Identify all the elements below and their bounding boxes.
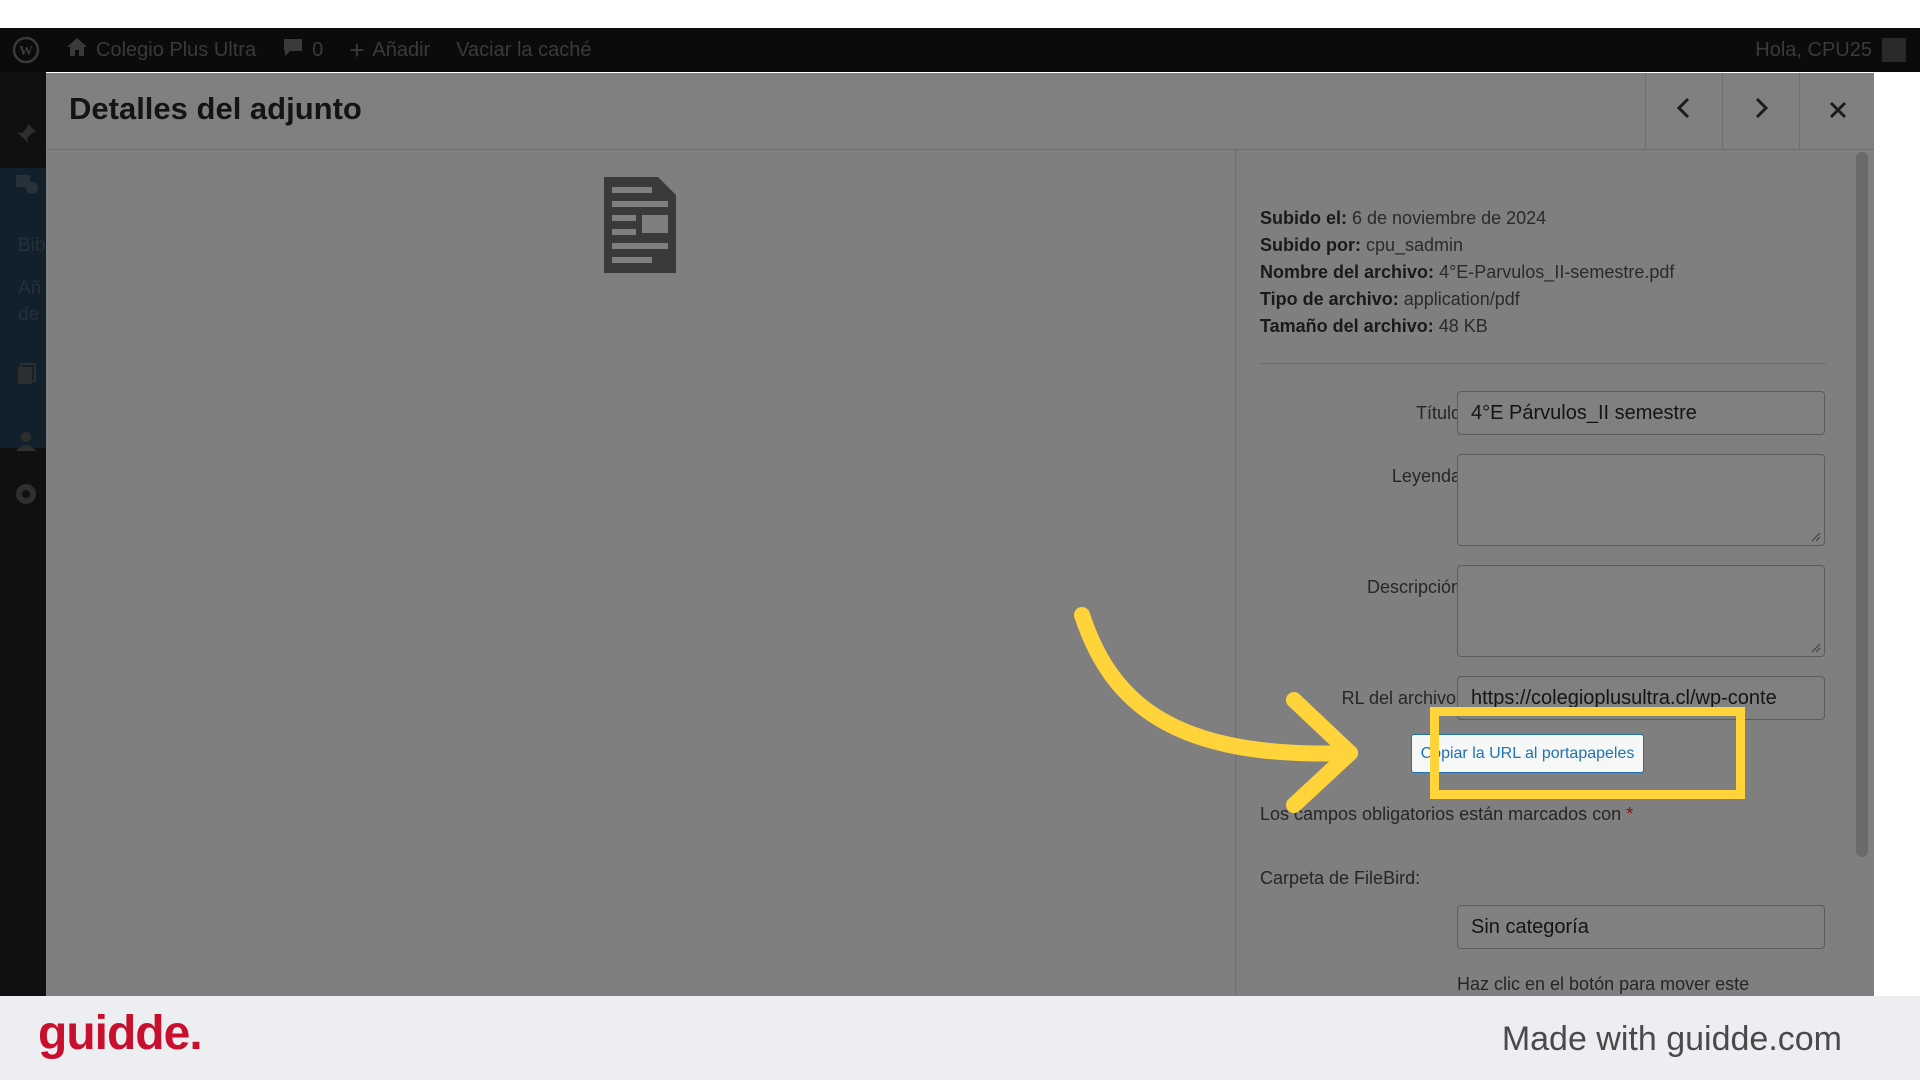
sidebar-add-label-2: de: [18, 304, 40, 325]
file-meta: Subido el: 6 de noviembre de 2024 Subido…: [1260, 205, 1674, 340]
greeting[interactable]: Hola, CPU25: [1755, 39, 1872, 62]
caption-textarea[interactable]: [1457, 454, 1825, 546]
home-icon: [66, 37, 88, 63]
modal-scrollbar[interactable]: [1856, 152, 1868, 857]
site-name: Colegio Plus Ultra: [96, 38, 257, 61]
avatar[interactable]: [1882, 38, 1906, 62]
previous-button[interactable]: [1645, 73, 1721, 149]
description-textarea[interactable]: [1457, 565, 1825, 657]
add-new-label: Añadir: [372, 38, 431, 61]
copy-url-button[interactable]: Copiar la URL al portapapeles: [1411, 734, 1644, 773]
required-note: Los campos obligatorios están marcados c…: [1260, 804, 1633, 825]
svg-text:W: W: [19, 44, 33, 59]
pages-icon[interactable]: [14, 362, 38, 386]
users-icon[interactable]: [14, 429, 38, 453]
wordpress-logo-icon[interactable]: W: [12, 36, 40, 64]
sidebar-library-label[interactable]: Bib: [18, 235, 45, 257]
filebird-label: Carpeta de FileBird:: [1260, 868, 1421, 888]
document-icon: [602, 175, 678, 280]
comments-count: 0: [312, 38, 324, 61]
description-label: Descripción: [1366, 577, 1461, 597]
modal-title: Detalles del adjunto: [69, 91, 362, 126]
clear-cache-link[interactable]: Vaciar la caché: [456, 39, 591, 62]
title-input[interactable]: 4°E Párvulos_II semestre: [1457, 391, 1825, 435]
made-with-text: Made with guidde.com: [1501, 1020, 1842, 1058]
uploaded-by-label: Subido por:: [1260, 235, 1361, 255]
brand-logo: guidde.: [38, 1007, 203, 1060]
divider: [1260, 363, 1826, 364]
title-label: Título: [1415, 403, 1461, 423]
next-button[interactable]: [1722, 73, 1798, 149]
details-pane: Subido el: 6 de noviembre de 2024 Subido…: [1235, 150, 1874, 996]
add-new-link[interactable]: + Añadir: [349, 35, 431, 65]
preview-area: [46, 150, 1234, 996]
file-name: 4°E-Parvulos_II-semestre.pdf: [1439, 262, 1675, 282]
plus-icon: +: [349, 35, 365, 65]
file-type-label: Tipo de archivo:: [1260, 289, 1399, 309]
filebird-hint: Haz clic en el botón para mover este: [1457, 974, 1750, 994]
settings-icon[interactable]: [14, 482, 38, 506]
close-button[interactable]: [1799, 73, 1874, 149]
file-url-input[interactable]: https://colegioplusultra.cl/wp-conte: [1457, 676, 1825, 720]
pin-icon[interactable]: [14, 122, 38, 146]
file-size-label: Tamaño del archivo:: [1260, 316, 1434, 336]
file-url-label: RL del archivo:: [1341, 688, 1461, 708]
uploaded-by: cpu_sadmin: [1366, 235, 1464, 255]
admin-bar: W Colegio Plus Ultra 0 + Añadir Vaciar l…: [0, 28, 1920, 72]
admin-sidebar: Bib Añ de: [0, 72, 46, 996]
close-icon: [1828, 94, 1848, 128]
chevron-right-icon: [1752, 94, 1770, 128]
required-star: *: [1626, 804, 1634, 824]
filebird-folder-select[interactable]: Sin categoría: [1457, 905, 1825, 949]
sidebar-add-label-1[interactable]: Añ: [18, 278, 41, 300]
resize-handle-icon[interactable]: [1811, 532, 1821, 542]
uploaded-on-label: Subido el:: [1260, 208, 1347, 228]
resize-handle-icon[interactable]: [1811, 643, 1821, 653]
media-icon[interactable]: [14, 172, 38, 196]
caption-label: Leyenda: [1391, 466, 1461, 486]
chevron-left-icon: [1675, 94, 1693, 128]
attachment-details-modal: Detalles del adjunto Subido el: 6 de nov…: [46, 73, 1874, 996]
file-name-label: Nombre del archivo:: [1260, 262, 1435, 282]
comments-link[interactable]: 0: [282, 37, 323, 63]
comment-icon: [282, 37, 304, 63]
uploaded-on: 6 de noviembre de 2024: [1352, 208, 1547, 228]
footer: guidde. Made with guidde.com: [0, 996, 1920, 1080]
file-size: 48 KB: [1438, 316, 1488, 336]
required-note-text: Los campos obligatorios están marcados c…: [1260, 804, 1622, 824]
site-link[interactable]: Colegio Plus Ultra: [66, 37, 256, 63]
modal-header: Detalles del adjunto: [46, 73, 1874, 150]
file-type: application/pdf: [1403, 289, 1520, 309]
